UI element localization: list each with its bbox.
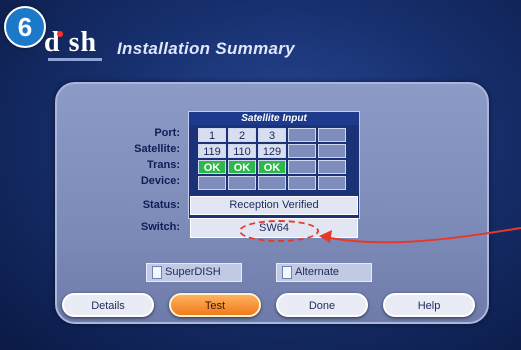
device-cell [288,176,316,190]
port-cell [318,128,346,142]
satellite-cell: 129 [258,144,286,158]
satellite-cell [318,144,346,158]
trans-cell: OK [198,160,226,174]
device-cell [258,176,286,190]
device-cell [228,176,256,190]
port-cell: 2 [228,128,256,142]
superdish-toggle[interactable]: SuperDISH [146,263,242,282]
trans-cell [318,160,346,174]
highlight-oval [239,220,319,242]
satellite-input-header: Satellite Input [189,112,359,125]
status-field: Reception Verified [190,196,358,215]
help-button[interactable]: Help [383,293,475,317]
logo-dot-icon [57,31,63,37]
port-cell [288,128,316,142]
trans-cell: OK [228,160,256,174]
dish-logo: d sh [44,27,98,58]
tv-screen: 6 d sh Installation Summary Port: Satell… [0,0,521,350]
port-cell: 1 [198,128,226,142]
page-title: Installation Summary [117,39,295,58]
alternate-toggle[interactable]: Alternate [276,263,372,282]
label-switch: Switch: [140,221,180,233]
trans-cell [288,160,316,174]
alternate-label: Alternate [295,266,340,278]
label-device: Device: [140,175,180,187]
satellite-cell: 110 [228,144,256,158]
satellite-cell: 119 [198,144,226,158]
label-status: Status: [142,199,180,211]
device-cell [318,176,346,190]
details-button[interactable]: Details [62,293,154,317]
label-satellite: Satellite: [134,143,180,155]
test-button[interactable]: Test [169,293,261,317]
checkbox-icon [152,266,162,279]
done-button[interactable]: Done [276,293,368,317]
superdish-label: SuperDISH [165,266,221,278]
satellite-cell [288,144,316,158]
label-trans: Trans: [146,159,180,171]
step-badge: 6 [4,6,46,48]
label-port: Port: [154,127,180,139]
trans-cell: OK [258,160,286,174]
logo-underline [48,58,102,61]
checkbox-icon [282,266,292,279]
device-cell [198,176,226,190]
port-cell: 3 [258,128,286,142]
